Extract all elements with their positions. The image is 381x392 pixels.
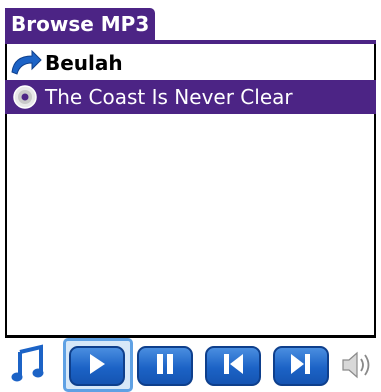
list-item-label: Beulah	[45, 51, 123, 75]
play-icon	[87, 352, 107, 380]
page-title: Browse MP3	[5, 8, 156, 40]
list-item-selected[interactable]: The Coast Is Never Clear	[5, 80, 376, 114]
title-underline	[5, 40, 376, 44]
play-button[interactable]	[69, 346, 125, 386]
cd-icon	[5, 80, 45, 114]
pause-button[interactable]	[137, 346, 193, 386]
volume-icon[interactable]	[341, 350, 375, 384]
pause-icon	[155, 352, 175, 380]
title-bar: Browse MP3	[0, 0, 381, 44]
previous-track-icon	[221, 352, 245, 380]
music-note-icon[interactable]	[11, 344, 45, 388]
list-item-label: The Coast Is Never Clear	[45, 85, 293, 109]
next-track-button[interactable]	[273, 346, 329, 386]
next-track-icon	[289, 352, 313, 380]
file-list[interactable]: Beulah The Coast Is Never Clear	[5, 46, 376, 114]
previous-track-button[interactable]	[205, 346, 261, 386]
list-item-back[interactable]: Beulah	[5, 46, 376, 80]
playback-controls	[5, 338, 376, 392]
curved-back-arrow-icon	[5, 46, 45, 80]
